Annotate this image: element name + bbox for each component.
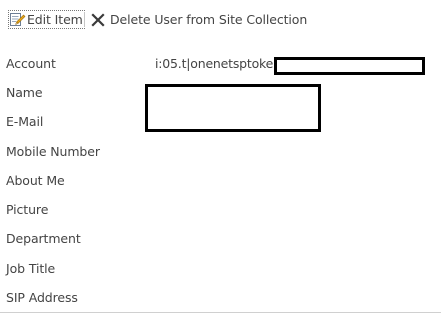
field-label-account: Account	[6, 56, 56, 71]
account-redaction-box	[274, 57, 425, 75]
field-label-mobile-number: Mobile Number	[6, 144, 100, 159]
field-row-sip-address: SIP Address	[0, 284, 441, 313]
field-label-name: Name	[6, 85, 43, 100]
toolbar: Edit Item Delete User from Site Collecti…	[0, 0, 441, 38]
delete-user-label: Delete User from Site Collection	[110, 11, 308, 27]
field-value-account: i:05.t|onenetsptoken	[155, 56, 281, 71]
field-label-sip-address: SIP Address	[6, 290, 78, 305]
field-label-email: E-Mail	[6, 114, 44, 129]
field-row-picture: Picture	[0, 196, 441, 225]
edit-item-label: Edit Item	[27, 12, 83, 27]
field-row-job-title: Job Title	[0, 255, 441, 284]
edit-pencil-icon	[9, 11, 26, 28]
close-x-icon	[91, 12, 105, 27]
field-row-about-me: About Me	[0, 167, 441, 196]
field-label-job-title: Job Title	[6, 261, 56, 276]
toolbar-separator	[84, 12, 85, 27]
edit-item-button[interactable]: Edit Item	[8, 10, 85, 29]
field-row-mobile-number: Mobile Number	[0, 138, 441, 167]
field-label-department: Department	[6, 231, 81, 246]
delete-user-button[interactable]: Delete User from Site Collection	[91, 9, 307, 29]
name-email-redaction-box	[145, 84, 321, 132]
field-label-picture: Picture	[6, 202, 49, 217]
field-row-department: Department	[0, 225, 441, 254]
bottom-divider	[0, 312, 441, 313]
field-label-about-me: About Me	[6, 173, 65, 188]
